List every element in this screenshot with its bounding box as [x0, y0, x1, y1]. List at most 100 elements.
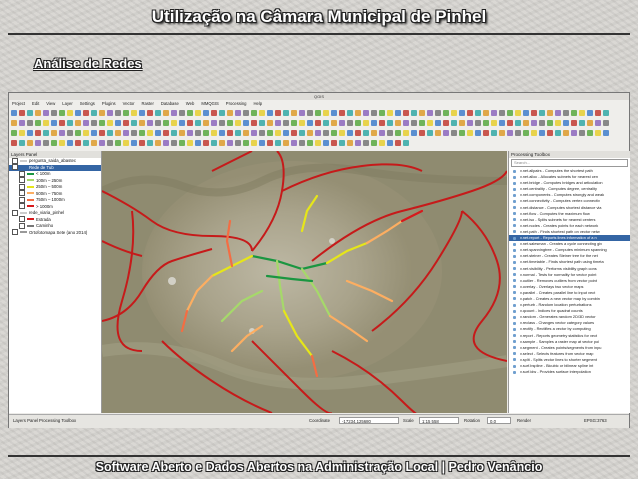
toolbar-button[interactable]	[459, 110, 465, 116]
toolbar-button[interactable]	[291, 140, 297, 146]
toolbar-button[interactable]	[83, 110, 89, 116]
toolbar-button[interactable]	[115, 130, 121, 136]
toolbar-button[interactable]	[387, 120, 393, 126]
toolbar-button[interactable]	[507, 130, 513, 136]
toolbar-button[interactable]	[195, 140, 201, 146]
toolbar-button[interactable]	[515, 110, 521, 116]
map-canvas[interactable]	[102, 151, 507, 413]
toolbar-button[interactable]	[299, 130, 305, 136]
toolbar-button[interactable]	[131, 110, 137, 116]
toolbar-button[interactable]	[227, 120, 233, 126]
toolbar-button[interactable]	[147, 110, 153, 116]
menu-item[interactable]: View	[46, 101, 55, 106]
toolbar-button[interactable]	[547, 110, 553, 116]
toolbar-button[interactable]	[171, 110, 177, 116]
toolbar-button[interactable]	[315, 130, 321, 136]
menu-item[interactable]: Help	[254, 101, 263, 106]
toolbar-button[interactable]	[59, 110, 65, 116]
toolbar-button[interactable]	[139, 140, 145, 146]
toolbar-button[interactable]	[443, 120, 449, 126]
toolbar-button[interactable]	[243, 140, 249, 146]
toolbar-button[interactable]	[27, 110, 33, 116]
toolbar-button[interactable]	[371, 130, 377, 136]
toolbar-button[interactable]	[171, 120, 177, 126]
toolbar-button[interactable]	[35, 110, 41, 116]
toolbar-button[interactable]	[403, 130, 409, 136]
menu-item[interactable]: Raster	[142, 101, 154, 106]
toolbox-item[interactable]: v.surf.idw - Provides surface interpolat…	[509, 369, 630, 375]
toolbar-button[interactable]	[19, 140, 25, 146]
toolbar-button[interactable]	[291, 110, 297, 116]
toolbar-button[interactable]	[379, 130, 385, 136]
toolbar-button[interactable]	[275, 110, 281, 116]
menu-item[interactable]: Layer	[62, 101, 72, 106]
toolbar-button[interactable]	[123, 120, 129, 126]
toolbar-button[interactable]	[347, 130, 353, 136]
toolbar-button[interactable]	[51, 130, 57, 136]
toolbar-button[interactable]	[299, 140, 305, 146]
toolbar-button[interactable]	[571, 120, 577, 126]
toolbar-button[interactable]	[219, 140, 225, 146]
toolbar-button[interactable]	[59, 130, 65, 136]
toolbar-button[interactable]	[587, 130, 593, 136]
toolbar-button[interactable]	[115, 120, 121, 126]
toolbar-button[interactable]	[443, 130, 449, 136]
toolbar-button[interactable]	[307, 140, 313, 146]
toolbar-button[interactable]	[563, 130, 569, 136]
toolbar-button[interactable]	[355, 130, 361, 136]
toolbar-button[interactable]	[331, 110, 337, 116]
toolbar-button[interactable]	[411, 120, 417, 126]
toolbar-button[interactable]	[459, 120, 465, 126]
toolbar-button[interactable]	[435, 110, 441, 116]
toolbar-button[interactable]	[283, 130, 289, 136]
toolbar-button[interactable]	[139, 130, 145, 136]
toolbar-button[interactable]	[531, 120, 537, 126]
toolbar-button[interactable]	[67, 120, 73, 126]
toolbar-button[interactable]	[339, 140, 345, 146]
toolbar-button[interactable]	[163, 120, 169, 126]
toolbar-button[interactable]	[331, 120, 337, 126]
toolbar-button[interactable]	[251, 130, 257, 136]
toolbar-button[interactable]	[35, 140, 41, 146]
toolbar-button[interactable]	[547, 120, 553, 126]
toolbar-button[interactable]	[35, 120, 41, 126]
toolbar-button[interactable]	[227, 110, 233, 116]
layer-item[interactable]: Ortofotomapa Sete (ano 2014)	[9, 229, 101, 237]
toolbar-button[interactable]	[395, 130, 401, 136]
toolbar-button[interactable]	[283, 110, 289, 116]
toolbar-button[interactable]	[171, 140, 177, 146]
toolbar-button[interactable]	[67, 140, 73, 146]
toolbar-button[interactable]	[451, 130, 457, 136]
toolbar-button[interactable]	[59, 140, 65, 146]
toolbar-button[interactable]	[219, 130, 225, 136]
toolbar-button[interactable]	[371, 110, 377, 116]
toolbar-button[interactable]	[27, 130, 33, 136]
toolbar-button[interactable]	[195, 110, 201, 116]
toolbar-button[interactable]	[147, 120, 153, 126]
layer-visibility-checkbox[interactable]	[12, 157, 18, 164]
toolbar-button[interactable]	[19, 110, 25, 116]
toolbar-button[interactable]	[427, 130, 433, 136]
toolbar-button[interactable]	[547, 130, 553, 136]
toolbar-button[interactable]	[155, 110, 161, 116]
toolbar-button[interactable]	[347, 110, 353, 116]
toolbar-button[interactable]	[27, 120, 33, 126]
toolbar-button[interactable]	[595, 120, 601, 126]
toolbar-button[interactable]	[603, 130, 609, 136]
toolbar-button[interactable]	[227, 140, 233, 146]
toolbar-button[interactable]	[603, 110, 609, 116]
toolbar-button[interactable]	[275, 130, 281, 136]
toolbar-button[interactable]	[179, 120, 185, 126]
toolbar-button[interactable]	[355, 140, 361, 146]
toolbar-button[interactable]	[587, 120, 593, 126]
toolbar-button[interactable]	[515, 130, 521, 136]
toolbar-button[interactable]	[475, 110, 481, 116]
toolbar-button[interactable]	[419, 120, 425, 126]
toolbar-button[interactable]	[75, 140, 81, 146]
toolbar-button[interactable]	[11, 110, 17, 116]
toolbar-button[interactable]	[315, 120, 321, 126]
toolbar-button[interactable]	[363, 120, 369, 126]
menu-item[interactable]: MMQGIS	[201, 101, 218, 106]
render-checkbox[interactable]: Render	[517, 418, 531, 423]
toolbar-button[interactable]	[275, 140, 281, 146]
